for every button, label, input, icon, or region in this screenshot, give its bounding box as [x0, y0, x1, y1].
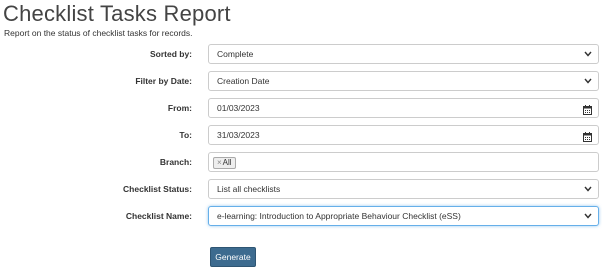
- chevron-down-icon: [584, 45, 592, 63]
- to-date-value: 31/03/2023: [217, 130, 260, 140]
- remove-tag-icon[interactable]: ×: [217, 158, 222, 167]
- filter-by-date-select[interactable]: Creation Date: [208, 71, 599, 91]
- page-title: Checklist Tasks Report: [3, 1, 231, 26]
- calendar-icon[interactable]: [583, 103, 592, 117]
- filter-by-date-value: Creation Date: [217, 76, 270, 86]
- checklist-status-select[interactable]: List all checklists: [208, 179, 599, 199]
- sorted-by-label: Sorted by:: [149, 49, 192, 59]
- from-date-input[interactable]: 01/03/2023: [208, 98, 599, 118]
- branch-label: Branch:: [159, 157, 192, 167]
- sorted-by-select[interactable]: Complete: [208, 44, 599, 64]
- to-date-row: To: 31/03/2023: [0, 125, 602, 145]
- to-date-input[interactable]: 31/03/2023: [208, 125, 599, 145]
- generate-button[interactable]: Generate: [210, 247, 256, 267]
- from-date-label: From:: [167, 103, 192, 113]
- sorted-by-row: Sorted by: Complete: [0, 44, 602, 64]
- checklist-name-select[interactable]: e-learning: Introduction to Appropriate …: [208, 206, 599, 226]
- to-date-label: To:: [179, 130, 192, 140]
- page-subtitle: Report on the status of checklist tasks …: [4, 28, 193, 38]
- checklist-name-row: Checklist Name: e-learning: Introduction…: [0, 206, 602, 226]
- branch-row: Branch: ×All: [0, 152, 602, 172]
- branch-multiselect[interactable]: ×All: [208, 152, 599, 172]
- checklist-name-label: Checklist Name:: [125, 211, 192, 221]
- from-date-row: From: 01/03/2023: [0, 98, 602, 118]
- checklist-status-value: List all checklists: [217, 184, 281, 194]
- branch-tag-label: All: [222, 158, 232, 167]
- checklist-name-value: e-learning: Introduction to Appropriate …: [217, 211, 461, 221]
- chevron-down-icon: [584, 180, 592, 198]
- filter-by-date-row: Filter by Date: Creation Date: [0, 71, 602, 91]
- sorted-by-value: Complete: [217, 49, 254, 59]
- from-date-value: 01/03/2023: [217, 103, 260, 113]
- checklist-tasks-report-page: Checklist Tasks Report Report on the sta…: [0, 0, 602, 270]
- filter-by-date-label: Filter by Date:: [135, 76, 192, 86]
- branch-tag-all: ×All: [213, 157, 236, 169]
- checklist-status-label: Checklist Status:: [123, 184, 192, 194]
- checklist-status-row: Checklist Status: List all checklists: [0, 179, 602, 199]
- chevron-down-icon: [584, 72, 592, 90]
- calendar-icon[interactable]: [583, 130, 592, 144]
- chevron-down-icon: [584, 207, 592, 225]
